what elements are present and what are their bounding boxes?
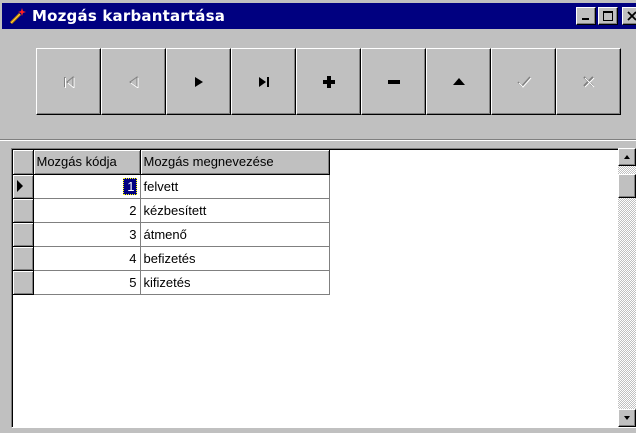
post-record-button[interactable] (491, 48, 556, 115)
grid-header: Mozgás kódja Mozgás megnevezése (13, 150, 330, 175)
maximize-button[interactable] (598, 7, 618, 25)
data-grid[interactable]: Mozgás kódja Mozgás megnevezése 1 felvet… (11, 148, 636, 428)
down-arrow-icon (624, 416, 630, 420)
scroll-up-button[interactable] (618, 148, 636, 166)
record-navigator (36, 48, 621, 115)
cell-code-value: 1 (123, 177, 137, 195)
plus-icon (322, 75, 335, 88)
first-record-button[interactable] (36, 48, 101, 115)
prior-icon (128, 75, 138, 88)
prior-record-button[interactable] (101, 48, 166, 115)
maximize-icon (603, 11, 613, 21)
next-record-button[interactable] (166, 48, 231, 115)
cell-code[interactable]: 4 (33, 246, 141, 271)
close-button[interactable] (622, 7, 636, 25)
current-row-arrow-icon (17, 180, 23, 192)
edit-record-button[interactable] (426, 48, 491, 115)
insert-record-button[interactable] (296, 48, 361, 115)
row-indicator[interactable] (13, 246, 34, 271)
cell-name[interactable]: befizetés (140, 246, 330, 271)
cell-name[interactable]: kifizetés (140, 270, 330, 295)
cell-code[interactable]: 1 (33, 174, 141, 199)
check-icon (516, 76, 531, 88)
cell-code[interactable]: 2 (33, 198, 141, 223)
cross-icon (582, 75, 594, 87)
up-arrow-icon (624, 155, 630, 159)
table-row[interactable]: 4 befizetés (13, 246, 330, 271)
cancel-record-button[interactable] (556, 48, 621, 115)
last-record-button[interactable] (231, 48, 296, 115)
delete-record-button[interactable] (361, 48, 426, 115)
scroll-thumb[interactable] (618, 174, 636, 198)
cell-code[interactable]: 3 (33, 222, 141, 247)
close-icon (627, 11, 636, 21)
header-indicator-cell (13, 150, 34, 175)
table-row[interactable]: 2 kézbesített (13, 198, 330, 223)
table-row[interactable]: 1 felvett (13, 174, 330, 199)
row-indicator[interactable] (13, 222, 34, 247)
cell-name[interactable]: felvett (140, 174, 330, 199)
vertical-scrollbar[interactable] (618, 148, 636, 427)
minimize-button[interactable] (576, 7, 596, 25)
table-row[interactable]: 5 kifizetés (13, 270, 330, 295)
window-controls (576, 7, 636, 25)
row-indicator[interactable] (13, 198, 34, 223)
up-triangle-icon (452, 77, 465, 85)
row-indicator[interactable] (13, 270, 34, 295)
column-header-name[interactable]: Mozgás megnevezése (140, 150, 330, 175)
last-icon (258, 76, 269, 87)
title-bar[interactable]: Mozgás karbantartása (2, 3, 636, 29)
table-row[interactable]: 3 átmenő (13, 222, 330, 247)
first-icon (63, 75, 74, 88)
scroll-down-button[interactable] (618, 409, 636, 427)
minus-icon (387, 79, 400, 84)
cell-name[interactable]: kézbesített (140, 198, 330, 223)
window: Mozgás karbantartása Mozgás kódja Mozgás… (0, 0, 636, 433)
minimize-icon (582, 18, 589, 20)
window-title: Mozgás karbantartása (32, 7, 226, 25)
cell-name[interactable]: átmenő (140, 222, 330, 247)
cell-code[interactable]: 5 (33, 270, 141, 295)
column-header-code[interactable]: Mozgás kódja (33, 150, 141, 175)
wand-icon[interactable] (6, 4, 30, 28)
row-indicator[interactable] (13, 174, 34, 199)
next-icon (194, 76, 203, 87)
toolbar-separator (0, 139, 636, 141)
grid-table: Mozgás kódja Mozgás megnevezése 1 felvet… (13, 150, 330, 295)
